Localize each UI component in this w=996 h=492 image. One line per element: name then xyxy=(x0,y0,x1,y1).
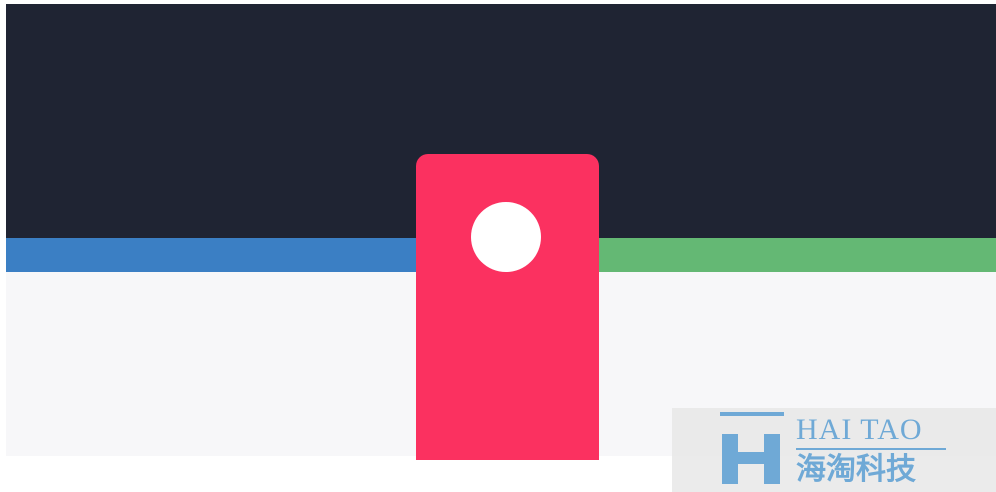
red-tag xyxy=(416,154,599,460)
watermark-brand-cn: 海淘科技 xyxy=(796,452,916,487)
h-letter-logo-icon xyxy=(720,412,784,484)
watermark-divider xyxy=(796,448,946,450)
watermark: HAI TAO 海淘科技 xyxy=(672,408,996,492)
green-stripe xyxy=(598,238,996,272)
tag-hole xyxy=(471,202,541,272)
watermark-brand-en: HAI TAO xyxy=(796,413,923,446)
blue-stripe xyxy=(6,238,418,272)
illustration: HAI TAO 海淘科技 xyxy=(0,0,996,492)
